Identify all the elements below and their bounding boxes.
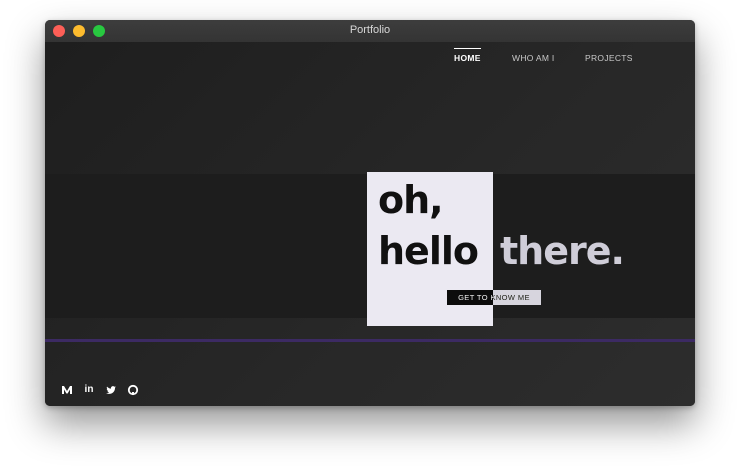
title-bar[interactable]: Portfolio bbox=[45, 20, 695, 43]
cta-label: GET TO KNOW ME bbox=[458, 293, 530, 302]
twitter-icon[interactable] bbox=[105, 384, 117, 396]
window-title: Portfolio bbox=[349, 24, 391, 36]
hero-heading-hello: hello bbox=[378, 229, 479, 273]
nav-who-am-i-link[interactable]: WHO AM I bbox=[512, 48, 555, 68]
medium-icon[interactable] bbox=[61, 384, 73, 396]
get-to-know-me-button[interactable]: GET TO KNOW ME bbox=[447, 290, 541, 305]
hero-heading-there: there. bbox=[500, 229, 625, 273]
app-window: Portfolio HOME WHO AM I PROJECTS oh, hel… bbox=[45, 20, 695, 406]
linkedin-icon[interactable]: in bbox=[83, 384, 95, 396]
page-content: HOME WHO AM I PROJECTS oh, hello there. … bbox=[45, 42, 695, 406]
hero-heading-line-1: oh, bbox=[378, 178, 444, 222]
accent-divider bbox=[45, 339, 695, 342]
social-links: in bbox=[61, 384, 139, 396]
nav-home-link[interactable]: HOME bbox=[454, 48, 481, 68]
nav-projects-link[interactable]: PROJECTS bbox=[585, 48, 633, 68]
github-icon[interactable] bbox=[127, 384, 139, 396]
top-nav: HOME WHO AM I PROJECTS bbox=[45, 48, 695, 68]
